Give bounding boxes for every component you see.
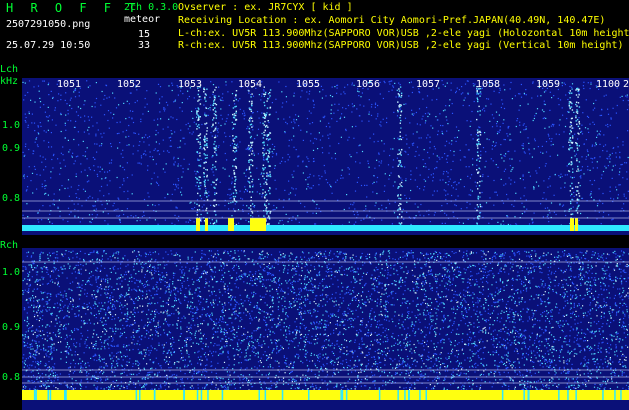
- time-label: 1051: [57, 79, 81, 90]
- lch-meteor-count: 15: [138, 29, 151, 40]
- rch-meteor-count: 33: [138, 40, 151, 51]
- rch-spectrogram-bg: [22, 248, 629, 410]
- time-label: 1055: [296, 79, 320, 90]
- location-info: Receiving Location : ex. Aomori City Aom…: [178, 15, 606, 26]
- freq-label: 0.8: [2, 193, 20, 204]
- freq-label: 0.8: [2, 372, 20, 383]
- time-label: 1058: [476, 79, 500, 90]
- app-brand: H R O F F T: [6, 1, 141, 15]
- freq-label: 1.0: [2, 120, 20, 131]
- time-label: 1053: [178, 79, 202, 90]
- rch-receiver-info: R-ch:ex. UV5R 113.900Mhz(SAPPORO VOR)USB…: [178, 40, 624, 51]
- lch-unit: kHz: [0, 76, 18, 87]
- time-label: 1059: [536, 79, 560, 90]
- rch-baseline-band: [22, 390, 629, 400]
- lch-receiver-info: L-ch:ex. UV5R 113.900Mhz(SAPPORO VOR)USB…: [178, 28, 629, 39]
- lch-freq-axis: 1.0 0.9 0.8: [2, 120, 20, 204]
- lch-label: Lch: [0, 64, 18, 75]
- time-label: 1052: [117, 79, 141, 90]
- mode-label: 2ch 0.3.0: [124, 2, 179, 13]
- freq-label: 0.9: [2, 143, 20, 154]
- lch-baseline-band: [22, 225, 629, 231]
- lch-spectrogram-bg: [22, 78, 629, 235]
- meteor-label: meteor: [124, 14, 161, 25]
- rch-freq-axis: 1.0 0.9 0.8: [2, 267, 20, 383]
- time-label: 1057: [416, 79, 440, 90]
- time-label: 1056: [356, 79, 380, 90]
- time-label: 1054: [238, 79, 262, 90]
- rch-label: Rch: [0, 240, 18, 251]
- capture-datetime: 25.07.29 10:50: [6, 40, 91, 51]
- rch-spectrogram-panel: Rch 1.0 0.9 0.8: [0, 240, 629, 410]
- freq-label: 1.0: [2, 267, 20, 278]
- observer-info: Ovserver : ex. JR7CYX [ kid ]: [178, 2, 353, 13]
- image-filename: 2507291050.png: [6, 19, 91, 30]
- time-label: 1100: [596, 79, 620, 90]
- lch-spectrogram-panel: Lch kHz 1.0 0.9 0.8 1051 1052 1053 1054 1055 10…: [0, 64, 629, 235]
- time-label: 2: [623, 79, 629, 90]
- freq-label: 0.9: [2, 322, 20, 333]
